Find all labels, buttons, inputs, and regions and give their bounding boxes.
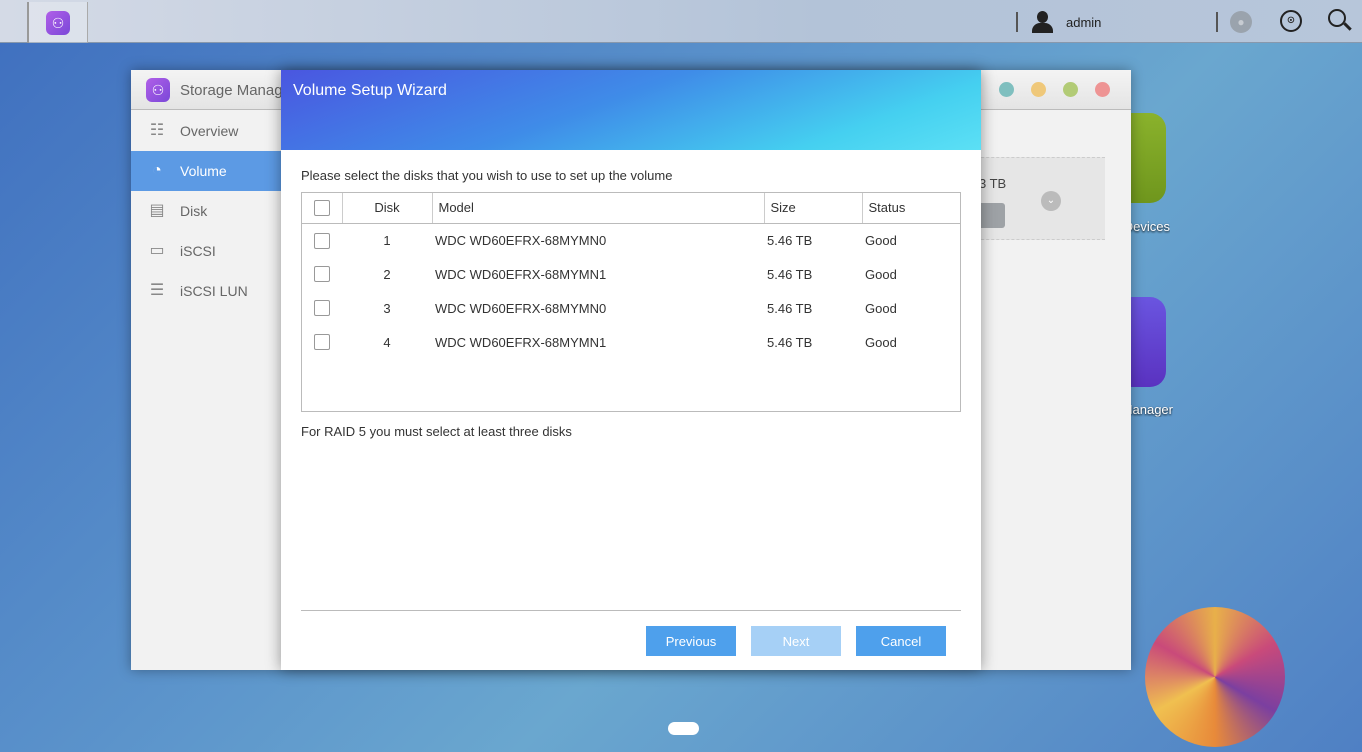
- cell-size: 5.46 TB: [767, 300, 813, 316]
- cell-size: 5.46 TB: [767, 232, 813, 248]
- next-button[interactable]: Next: [751, 626, 841, 656]
- close-button[interactable]: [1095, 82, 1110, 97]
- minimize-button[interactable]: [1031, 82, 1046, 97]
- cell-size: 5.46 TB: [767, 266, 813, 282]
- sidebar-item-disk[interactable]: ▤ Disk: [131, 191, 281, 231]
- table-row[interactable]: 3 WDC WD60EFRX-68MYMN0 5.46 TB Good: [302, 291, 960, 325]
- sidebar-item-iscsi-lun[interactable]: ☰ iSCSI LUN: [131, 271, 281, 311]
- volume-setup-wizard-dialog: Volume Setup Wizard Please select the di…: [281, 70, 981, 670]
- disk-icon: ▤: [149, 202, 165, 219]
- storage-manager-icon: ⚇: [46, 11, 70, 35]
- wizard-header: Volume Setup Wizard: [281, 70, 981, 150]
- cell-model: WDC WD60EFRX-68MYMN0: [435, 300, 607, 316]
- search-icon[interactable]: [1328, 9, 1352, 31]
- resource-monitor-gauge-icon[interactable]: ⊙: [1280, 10, 1302, 32]
- username[interactable]: admin: [1066, 15, 1101, 30]
- sidebar-item-label: Volume: [180, 163, 227, 179]
- chevron-down-icon[interactable]: ⌄: [1041, 191, 1061, 211]
- taskbar-app-storage-manager[interactable]: ⚇: [27, 2, 88, 43]
- user-icon[interactable]: [1030, 10, 1054, 34]
- table-row[interactable]: 2 WDC WD60EFRX-68MYMN1 5.46 TB Good: [302, 257, 960, 291]
- disk-checkbox[interactable]: [314, 334, 330, 351]
- previous-button[interactable]: Previous: [646, 626, 736, 656]
- storage-manager-icon: ⚇: [146, 78, 170, 102]
- table-row[interactable]: 4 WDC WD60EFRX-68MYMN1 5.46 TB Good: [302, 325, 960, 359]
- sidebar-item-label: Overview: [180, 123, 239, 139]
- notification-bell-icon[interactable]: ●: [1230, 11, 1252, 33]
- column-header-size[interactable]: Size: [764, 193, 863, 224]
- cell-model: WDC WD60EFRX-68MYMN1: [435, 334, 607, 350]
- sidebar: ☷ Overview ◔ Volume ▤ Disk ▭ iSCSI ☰ iSCSI LU…: [131, 111, 281, 670]
- cell-disk: 4: [383, 334, 391, 350]
- disk-checkbox[interactable]: [314, 232, 330, 249]
- pie-icon: ◔: [152, 162, 162, 179]
- wizard-title: Volume Setup Wizard: [293, 82, 447, 99]
- cell-disk: 1: [383, 232, 391, 248]
- cell-model: WDC WD60EFRX-68MYMN0: [435, 232, 607, 248]
- cell-status: Good: [865, 334, 897, 350]
- maximize-button[interactable]: [1063, 82, 1078, 97]
- cell-size: 5.46 TB: [767, 334, 813, 350]
- column-header-model[interactable]: Model: [432, 193, 765, 224]
- brand-logo: [1145, 607, 1285, 747]
- divider: [1016, 12, 1018, 32]
- cell-status: Good: [865, 232, 897, 248]
- cell-status: Good: [865, 300, 897, 316]
- sidebar-item-iscsi[interactable]: ▭ iSCSI: [131, 231, 281, 271]
- window-title: Storage Manager: [180, 82, 296, 99]
- table-header: Disk Model Size Status: [302, 193, 960, 224]
- iscsi-icon: ▭: [149, 242, 165, 259]
- raid-note: For RAID 5 you must select at least thre…: [301, 424, 572, 439]
- disk-checkbox[interactable]: [314, 266, 330, 283]
- sidebar-item-overview[interactable]: ☷ Overview: [131, 111, 281, 151]
- select-all-checkbox[interactable]: [314, 200, 330, 217]
- cell-disk: 3: [383, 300, 391, 316]
- cell-model: WDC WD60EFRX-68MYMN1: [435, 266, 607, 282]
- sidebar-item-label: Disk: [180, 203, 208, 219]
- column-header-status[interactable]: Status: [862, 193, 960, 224]
- volume-size: 3 TB: [979, 176, 1007, 191]
- sidebar-item-label: iSCSI LUN: [180, 283, 248, 299]
- taskbar: ⚇ admin ● ⊙: [0, 0, 1362, 43]
- cell-disk: 2: [383, 266, 391, 282]
- sidebar-item-volume[interactable]: ◔ Volume: [131, 151, 281, 191]
- table-row[interactable]: 1 WDC WD60EFRX-68MYMN0 5.46 TB Good: [302, 223, 960, 257]
- list-icon: ☷: [149, 122, 165, 139]
- wizard-instruction: Please select the disks that you wish to…: [301, 168, 673, 183]
- disk-checkbox[interactable]: [314, 300, 330, 317]
- divider: [1216, 12, 1218, 32]
- dock-handle[interactable]: [668, 722, 699, 735]
- sidebar-item-label: iSCSI: [180, 243, 216, 259]
- database-icon: ☰: [149, 282, 165, 299]
- disk-table: Disk Model Size Status 1 WDC WD60EFRX-68…: [301, 192, 961, 412]
- column-header-disk[interactable]: Disk: [342, 193, 433, 224]
- divider: [301, 610, 961, 611]
- cell-status: Good: [865, 266, 897, 282]
- window-control-teal[interactable]: [999, 82, 1014, 97]
- cancel-button[interactable]: Cancel: [856, 626, 946, 656]
